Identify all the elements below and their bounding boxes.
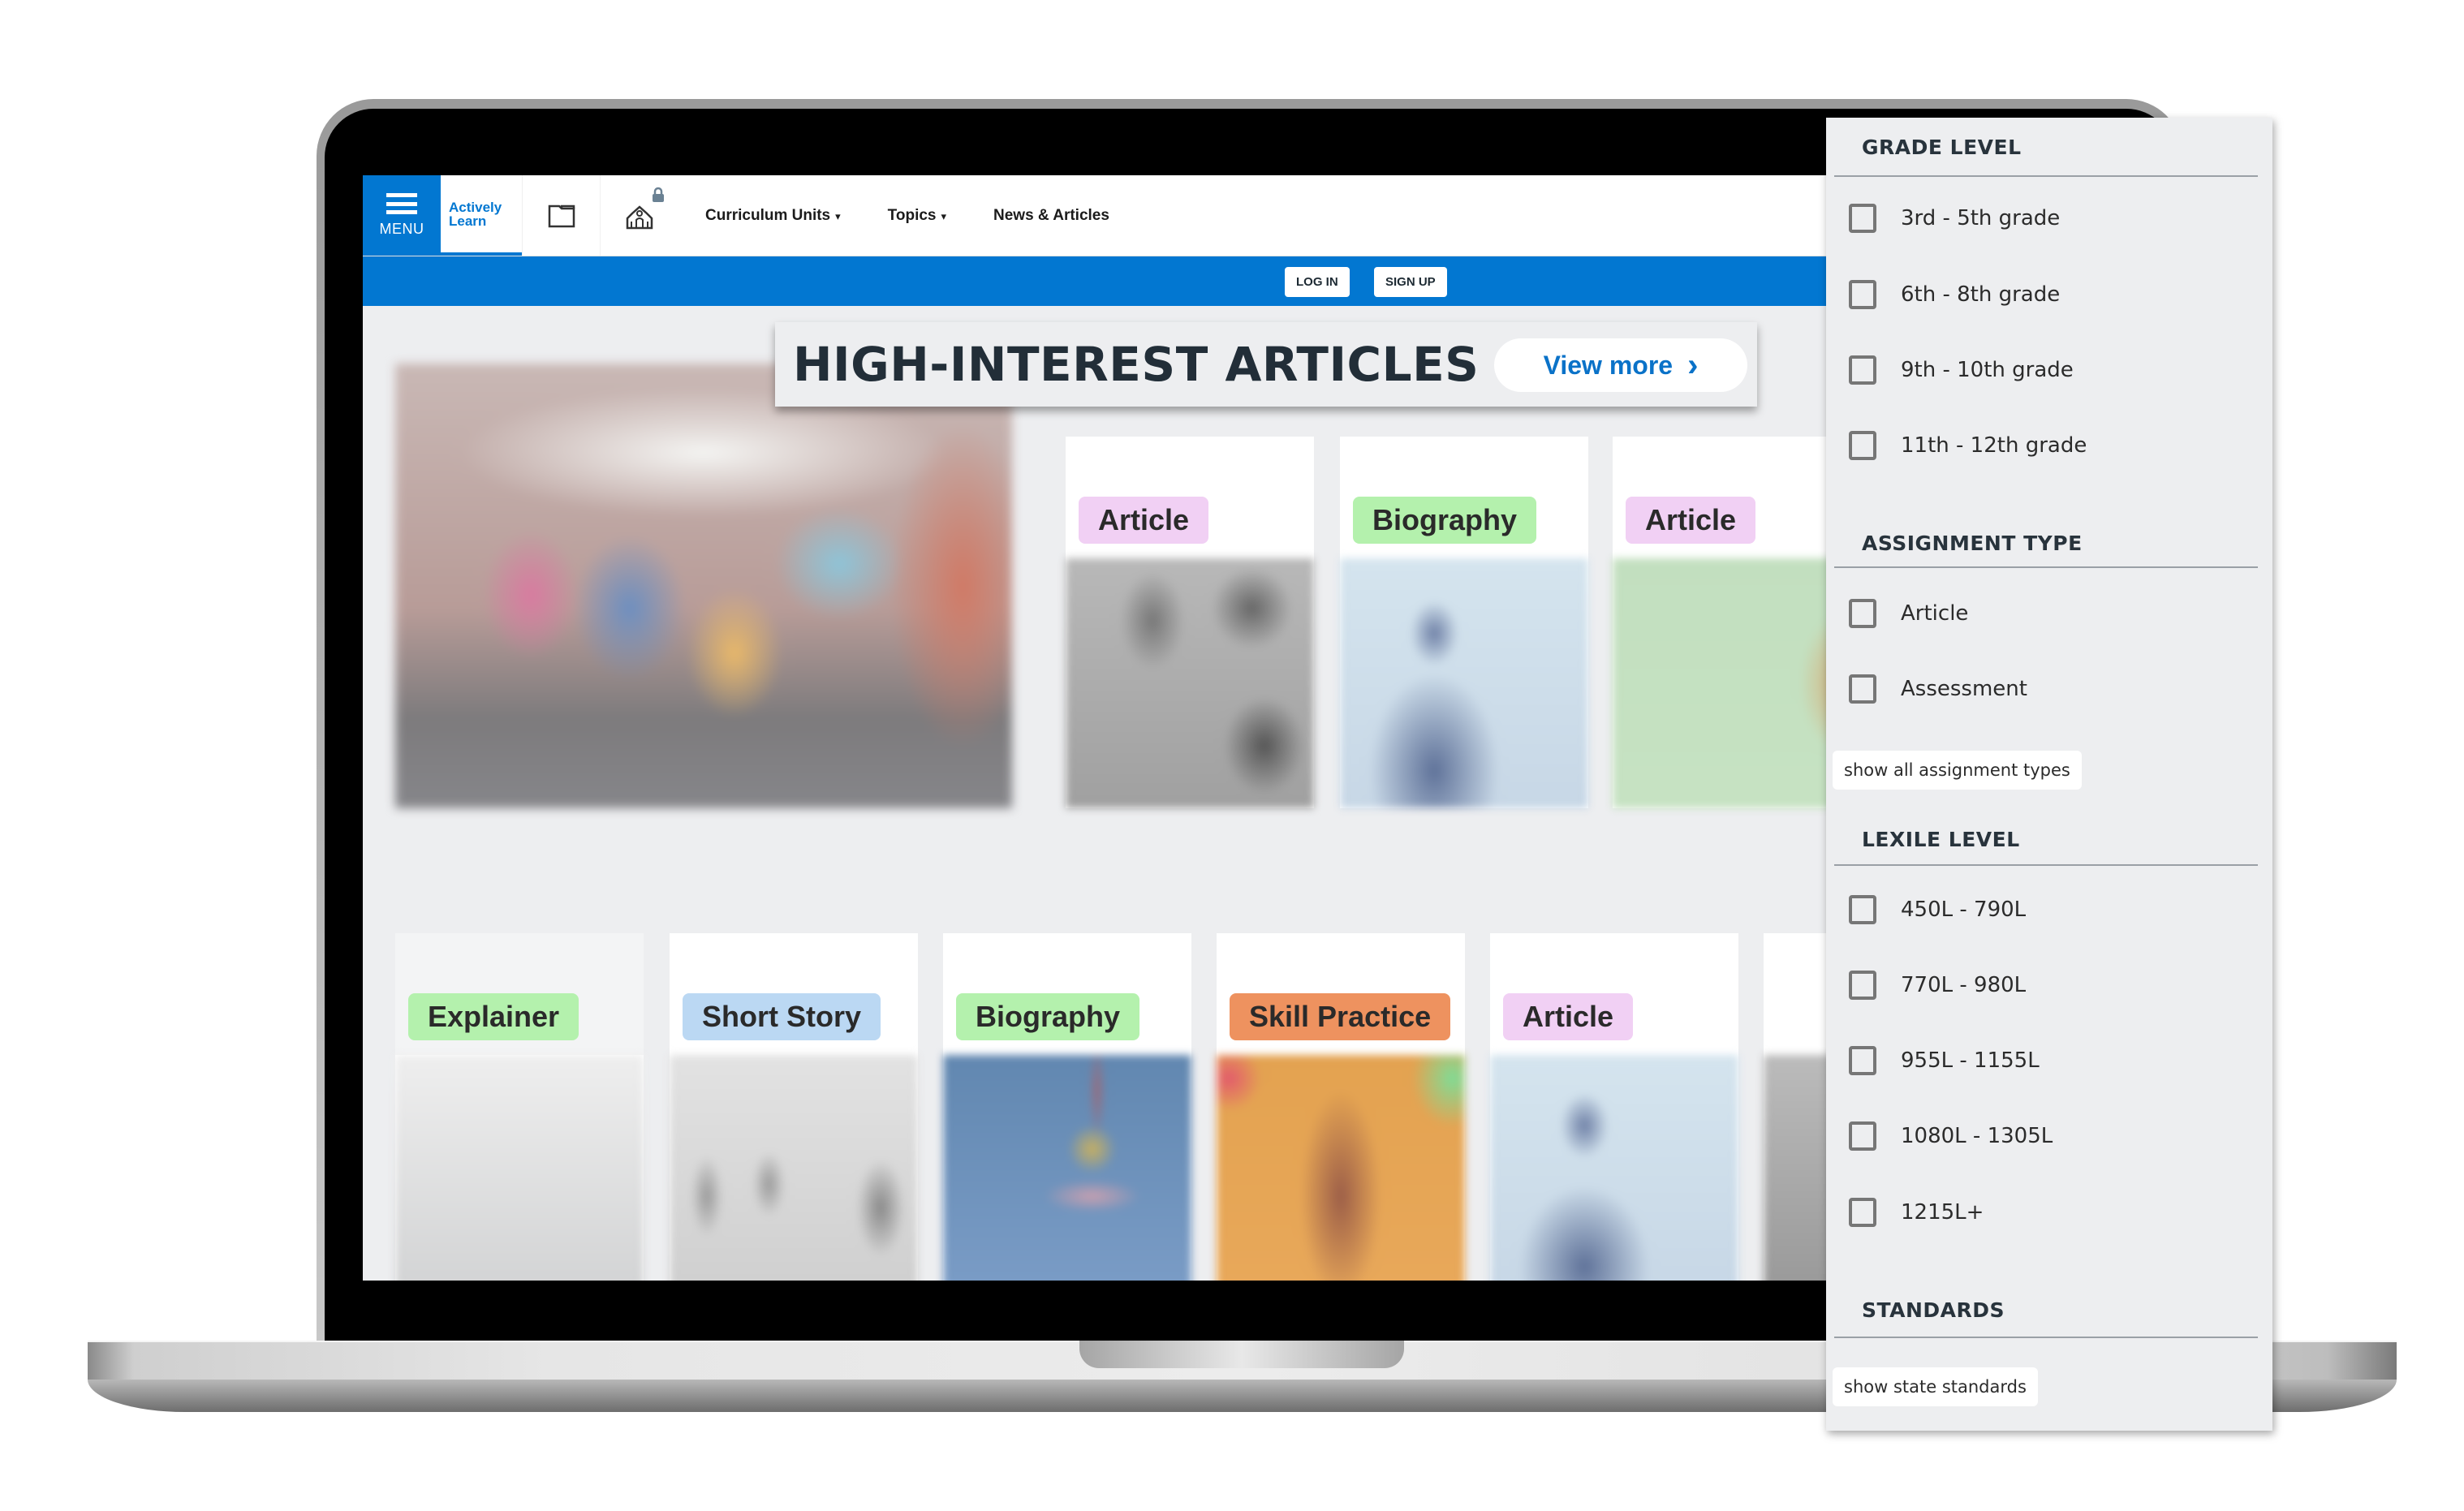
caret-down-icon: ▾	[835, 209, 841, 222]
type-badge: Explainer	[408, 993, 579, 1040]
grade-option-3-5[interactable]: 3rd - 5th grade	[1849, 204, 2060, 233]
divider	[1834, 864, 2258, 866]
show-state-standards-button[interactable]: show state standards	[1833, 1367, 2038, 1406]
lexile-option-1215-plus[interactable]: 1215L+	[1849, 1198, 1984, 1227]
short-story-card[interactable]: Short Story	[670, 933, 918, 1281]
chevron-right-icon: ›	[1687, 347, 1699, 383]
top-nav: MENU Actively Learn Curriculum Units ▾ T…	[363, 175, 1848, 256]
actively-learn-logo[interactable]: Actively Learn	[441, 175, 522, 256]
divider	[1834, 1337, 2258, 1338]
lexile-level-heading: LEXILE LEVEL	[1862, 828, 2020, 851]
skill-practice-card[interactable]: Skill Practice	[1217, 933, 1465, 1281]
logo-line-1: Actively	[449, 199, 502, 215]
card-thumbnail	[1613, 558, 1848, 808]
view-more-button[interactable]: View more ›	[1494, 338, 1747, 392]
checkbox[interactable]	[1849, 1198, 1876, 1227]
grade-option-9-10[interactable]: 9th - 10th grade	[1849, 355, 2074, 385]
caret-down-icon: ▾	[941, 209, 947, 222]
nav-news-articles[interactable]: News & Articles	[993, 207, 1109, 225]
laptop-notch	[1079, 1341, 1404, 1368]
checkbox[interactable]	[1849, 895, 1876, 924]
hamburger-icon	[386, 193, 417, 214]
hero-image[interactable]	[395, 364, 1012, 808]
checkbox[interactable]	[1849, 280, 1876, 309]
article-card[interactable]: Article	[1613, 437, 1848, 808]
auth-bar: LOG IN SIGN UP	[363, 256, 1848, 306]
type-badge: Article	[1626, 497, 1756, 544]
menu-button[interactable]: MENU	[363, 175, 441, 256]
card-thumbnail	[395, 1055, 644, 1281]
lexile-option-770-980[interactable]: 770L - 980L	[1849, 971, 2026, 1000]
nav-topics[interactable]: Topics ▾	[888, 207, 946, 225]
show-all-assignment-types-button[interactable]: show all assignment types	[1833, 751, 2082, 790]
lexile-option-450-790[interactable]: 450L - 790L	[1849, 895, 2026, 924]
checkbox[interactable]	[1849, 1046, 1876, 1075]
checkbox[interactable]	[1849, 204, 1876, 233]
type-badge: Biography	[1353, 497, 1537, 544]
type-badge: Skill Practice	[1230, 993, 1451, 1040]
type-badge: Article	[1503, 993, 1634, 1040]
nav-links: Curriculum Units ▾ Topics ▾ News & Article…	[678, 175, 1109, 256]
checkbox[interactable]	[1849, 971, 1876, 1000]
lexile-option-955-1155[interactable]: 955L - 1155L	[1849, 1046, 2040, 1075]
card-thumbnail	[1066, 558, 1314, 808]
banner-title: HIGH-INTEREST ARTICLES	[793, 337, 1480, 392]
folder-icon	[548, 204, 575, 227]
log-in-button[interactable]: LOG IN	[1285, 267, 1350, 297]
checkbox[interactable]	[1849, 431, 1876, 460]
lock-icon	[653, 187, 664, 202]
filter-panel: GRADE LEVEL 3rd - 5th grade 6th - 8th gr…	[1826, 118, 2272, 1431]
nav-curriculum-units[interactable]: Curriculum Units ▾	[705, 207, 841, 225]
assignment-type-heading: ASSIGNMENT TYPE	[1862, 532, 2083, 555]
standards-heading: STANDARDS	[1862, 1298, 2005, 1322]
biography-card[interactable]: Biography	[1340, 437, 1588, 808]
card-thumbnail	[1217, 1055, 1465, 1281]
logo-line-2: Learn	[449, 213, 487, 229]
checkbox[interactable]	[1849, 674, 1876, 704]
biography-card[interactable]: Biography	[943, 933, 1191, 1281]
type-badge: Article	[1079, 497, 1209, 544]
browser-screen: MENU Actively Learn Curriculum Units ▾ T…	[363, 175, 1848, 1281]
explainer-card[interactable]: Explainer	[395, 933, 644, 1281]
grade-option-6-8[interactable]: 6th - 8th grade	[1849, 280, 2060, 309]
article-card[interactable]: Article	[1490, 933, 1738, 1281]
card-thumbnail	[1490, 1055, 1738, 1281]
menu-label: MENU	[379, 221, 424, 237]
sign-up-button[interactable]: SIGN UP	[1374, 267, 1447, 297]
grade-option-11-12[interactable]: 11th - 12th grade	[1849, 431, 2087, 460]
type-badge: Short Story	[683, 993, 881, 1040]
library-button[interactable]	[522, 175, 600, 256]
grade-level-heading: GRADE LEVEL	[1862, 136, 2022, 159]
assignment-option-article[interactable]: Article	[1849, 599, 1968, 628]
card-thumbnail	[670, 1055, 918, 1281]
lexile-option-1080-1305[interactable]: 1080L - 1305L	[1849, 1121, 2053, 1151]
assignment-option-assessment[interactable]: Assessment	[1849, 674, 2027, 704]
divider	[1834, 175, 2258, 177]
school-icon	[626, 204, 653, 229]
checkbox[interactable]	[1849, 599, 1876, 628]
high-interest-banner: HIGH-INTEREST ARTICLES View more ›	[775, 322, 1757, 407]
divider	[1834, 566, 2258, 568]
article-card[interactable]: Article	[1066, 437, 1314, 808]
type-badge: Biography	[956, 993, 1140, 1040]
school-button[interactable]	[600, 175, 678, 256]
card-thumbnail	[943, 1055, 1191, 1281]
checkbox[interactable]	[1849, 1121, 1876, 1151]
checkbox[interactable]	[1849, 355, 1876, 385]
card-thumbnail	[1340, 558, 1588, 808]
view-more-label: View more	[1543, 350, 1674, 380]
